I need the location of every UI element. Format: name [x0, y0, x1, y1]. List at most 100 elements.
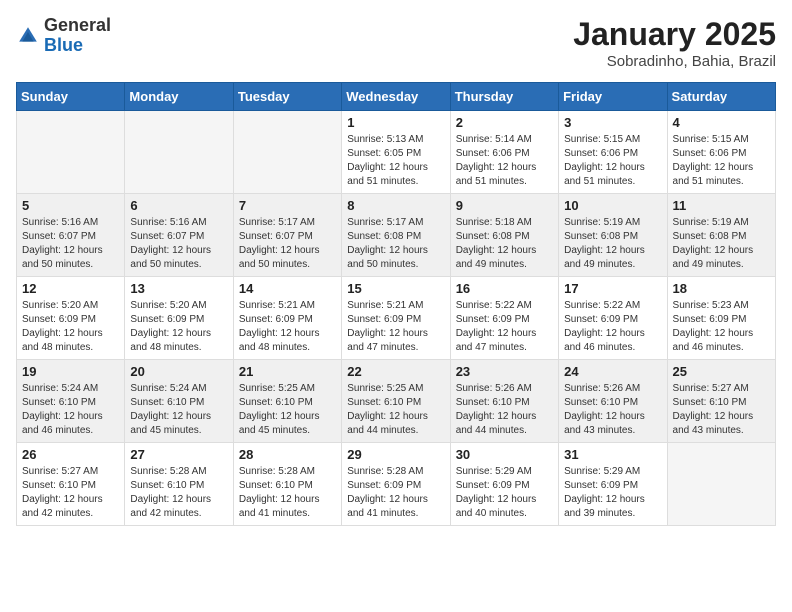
- day-number: 30: [456, 447, 553, 462]
- calendar-day-cell: 17 Sunrise: 5:22 AM Sunset: 6:09 PM Dayli…: [559, 277, 667, 360]
- day-info: Sunrise: 5:28 AM Sunset: 6:09 PM Dayligh…: [347, 465, 444, 521]
- day-info: Sunrise: 5:27 AM Sunset: 6:10 PM Dayligh…: [22, 465, 119, 521]
- calendar-day-cell: [17, 111, 125, 194]
- calendar-week-row: 12 Sunrise: 5:20 AM Sunset: 6:09 PM Dayli…: [17, 277, 776, 360]
- calendar-day-cell: 22 Sunrise: 5:25 AM Sunset: 6:10 PM Dayli…: [342, 360, 450, 443]
- day-info: Sunrise: 5:21 AM Sunset: 6:09 PM Dayligh…: [239, 299, 336, 355]
- day-info: Sunrise: 5:25 AM Sunset: 6:10 PM Dayligh…: [347, 382, 444, 438]
- calendar-day-cell: 3 Sunrise: 5:15 AM Sunset: 6:06 PM Daylig…: [559, 111, 667, 194]
- day-number: 15: [347, 281, 444, 296]
- day-info: Sunrise: 5:25 AM Sunset: 6:10 PM Dayligh…: [239, 382, 336, 438]
- day-number: 14: [239, 281, 336, 296]
- calendar-day-cell: 29 Sunrise: 5:28 AM Sunset: 6:09 PM Dayli…: [342, 443, 450, 526]
- day-number: 21: [239, 364, 336, 379]
- day-number: 11: [673, 198, 770, 213]
- day-info: Sunrise: 5:20 AM Sunset: 6:09 PM Dayligh…: [22, 299, 119, 355]
- day-info: Sunrise: 5:26 AM Sunset: 6:10 PM Dayligh…: [564, 382, 661, 438]
- day-number: 4: [673, 115, 770, 130]
- day-info: Sunrise: 5:17 AM Sunset: 6:08 PM Dayligh…: [347, 216, 444, 272]
- day-number: 24: [564, 364, 661, 379]
- day-info: Sunrise: 5:28 AM Sunset: 6:10 PM Dayligh…: [239, 465, 336, 521]
- weekday-header-tuesday: Tuesday: [233, 83, 341, 111]
- calendar-day-cell: 12 Sunrise: 5:20 AM Sunset: 6:09 PM Dayli…: [17, 277, 125, 360]
- day-number: 29: [347, 447, 444, 462]
- page-header: General Blue January 2025 Sobradinho, Ba…: [16, 16, 776, 70]
- calendar-day-cell: 1 Sunrise: 5:13 AM Sunset: 6:05 PM Daylig…: [342, 111, 450, 194]
- day-number: 5: [22, 198, 119, 213]
- title-block: January 2025 Sobradinho, Bahia, Brazil: [573, 16, 776, 70]
- day-info: Sunrise: 5:18 AM Sunset: 6:08 PM Dayligh…: [456, 216, 553, 272]
- calendar-day-cell: 16 Sunrise: 5:22 AM Sunset: 6:09 PM Dayli…: [450, 277, 558, 360]
- calendar-day-cell: 23Sunrise: 5:26 AM Sunset: 6:10 PM Dayli…: [450, 360, 558, 443]
- month-title: January 2025: [573, 16, 776, 53]
- day-number: 8: [347, 198, 444, 213]
- calendar-day-cell: 31 Sunrise: 5:29 AM Sunset: 6:09 PM Dayli…: [559, 443, 667, 526]
- day-number: 10: [564, 198, 661, 213]
- day-info: Sunrise: 5:21 AM Sunset: 6:09 PM Dayligh…: [347, 299, 444, 355]
- logo-blue-text: Blue: [44, 35, 83, 55]
- day-number: 22: [347, 364, 444, 379]
- calendar-week-row: 5 Sunrise: 5:16 AM Sunset: 6:07 PM Daylig…: [17, 194, 776, 277]
- day-info: Sunrise: 5:19 AM Sunset: 6:08 PM Dayligh…: [564, 216, 661, 272]
- day-number: 28: [239, 447, 336, 462]
- day-number: 31: [564, 447, 661, 462]
- weekday-header-thursday: Thursday: [450, 83, 558, 111]
- day-number: 3: [564, 115, 661, 130]
- calendar-week-row: 19 Sunrise: 5:24 AM Sunset: 6:10 PM Dayli…: [17, 360, 776, 443]
- day-info: Sunrise: 5:14 AM Sunset: 6:06 PM Dayligh…: [456, 133, 553, 189]
- day-info: Sunrise: 5:16 AM Sunset: 6:07 PM Dayligh…: [22, 216, 119, 272]
- calendar-day-cell: 11 Sunrise: 5:19 AM Sunset: 6:08 PM Dayli…: [667, 194, 775, 277]
- day-number: 16: [456, 281, 553, 296]
- calendar-day-cell: 26 Sunrise: 5:27 AM Sunset: 6:10 PM Dayli…: [17, 443, 125, 526]
- location-subtitle: Sobradinho, Bahia, Brazil: [573, 53, 776, 70]
- weekday-header-row: SundayMondayTuesdayWednesdayThursdayFrid…: [17, 83, 776, 111]
- calendar-day-cell: 2 Sunrise: 5:14 AM Sunset: 6:06 PM Daylig…: [450, 111, 558, 194]
- day-number: 9: [456, 198, 553, 213]
- day-info: Sunrise: 5:15 AM Sunset: 6:06 PM Dayligh…: [564, 133, 661, 189]
- day-number: 1: [347, 115, 444, 130]
- day-info: Sunrise: 5:24 AM Sunset: 6:10 PM Dayligh…: [22, 382, 119, 438]
- calendar-day-cell: 9 Sunrise: 5:18 AM Sunset: 6:08 PM Daylig…: [450, 194, 558, 277]
- calendar-day-cell: 8 Sunrise: 5:17 AM Sunset: 6:08 PM Daylig…: [342, 194, 450, 277]
- weekday-header-saturday: Saturday: [667, 83, 775, 111]
- calendar-week-row: 1 Sunrise: 5:13 AM Sunset: 6:05 PM Daylig…: [17, 111, 776, 194]
- day-number: 25: [673, 364, 770, 379]
- weekday-header-sunday: Sunday: [17, 83, 125, 111]
- day-number: 7: [239, 198, 336, 213]
- calendar-table: SundayMondayTuesdayWednesdayThursdayFrid…: [16, 82, 776, 526]
- calendar-day-cell: [233, 111, 341, 194]
- calendar-day-cell: 13Sunrise: 5:20 AM Sunset: 6:09 PM Dayli…: [125, 277, 233, 360]
- calendar-day-cell: 15 Sunrise: 5:21 AM Sunset: 6:09 PM Dayli…: [342, 277, 450, 360]
- day-number: 26: [22, 447, 119, 462]
- day-number: 18: [673, 281, 770, 296]
- calendar-day-cell: [125, 111, 233, 194]
- day-number: 17: [564, 281, 661, 296]
- day-info: Sunrise: 5:29 AM Sunset: 6:09 PM Dayligh…: [564, 465, 661, 521]
- day-info: Sunrise: 5:24 AM Sunset: 6:10 PM Dayligh…: [130, 382, 227, 438]
- day-info: Sunrise: 5:23 AM Sunset: 6:09 PM Dayligh…: [673, 299, 770, 355]
- calendar-day-cell: 5 Sunrise: 5:16 AM Sunset: 6:07 PM Daylig…: [17, 194, 125, 277]
- day-info: Sunrise: 5:22 AM Sunset: 6:09 PM Dayligh…: [564, 299, 661, 355]
- calendar-day-cell: 25Sunrise: 5:27 AM Sunset: 6:10 PM Dayli…: [667, 360, 775, 443]
- day-info: Sunrise: 5:29 AM Sunset: 6:09 PM Dayligh…: [456, 465, 553, 521]
- day-info: Sunrise: 5:26 AM Sunset: 6:10 PM Dayligh…: [456, 382, 553, 438]
- day-info: Sunrise: 5:19 AM Sunset: 6:08 PM Dayligh…: [673, 216, 770, 272]
- calendar-day-cell: 21 Sunrise: 5:25 AM Sunset: 6:10 PM Dayli…: [233, 360, 341, 443]
- day-number: 2: [456, 115, 553, 130]
- calendar-day-cell: 7 Sunrise: 5:17 AM Sunset: 6:07 PM Daylig…: [233, 194, 341, 277]
- calendar-day-cell: 30 Sunrise: 5:29 AM Sunset: 6:09 PM Dayli…: [450, 443, 558, 526]
- day-info: Sunrise: 5:13 AM Sunset: 6:05 PM Dayligh…: [347, 133, 444, 189]
- weekday-header-wednesday: Wednesday: [342, 83, 450, 111]
- day-info: Sunrise: 5:22 AM Sunset: 6:09 PM Dayligh…: [456, 299, 553, 355]
- logo-icon: [16, 24, 40, 48]
- logo-general-text: General: [44, 15, 111, 35]
- day-info: Sunrise: 5:15 AM Sunset: 6:06 PM Dayligh…: [673, 133, 770, 189]
- calendar-day-cell: 28 Sunrise: 5:28 AM Sunset: 6:10 PM Dayli…: [233, 443, 341, 526]
- day-info: Sunrise: 5:17 AM Sunset: 6:07 PM Dayligh…: [239, 216, 336, 272]
- calendar-week-row: 26 Sunrise: 5:27 AM Sunset: 6:10 PM Dayli…: [17, 443, 776, 526]
- logo: General Blue: [16, 16, 111, 56]
- day-number: 19: [22, 364, 119, 379]
- calendar-day-cell: 20Sunrise: 5:24 AM Sunset: 6:10 PM Dayli…: [125, 360, 233, 443]
- day-info: Sunrise: 5:28 AM Sunset: 6:10 PM Dayligh…: [130, 465, 227, 521]
- day-number: 12: [22, 281, 119, 296]
